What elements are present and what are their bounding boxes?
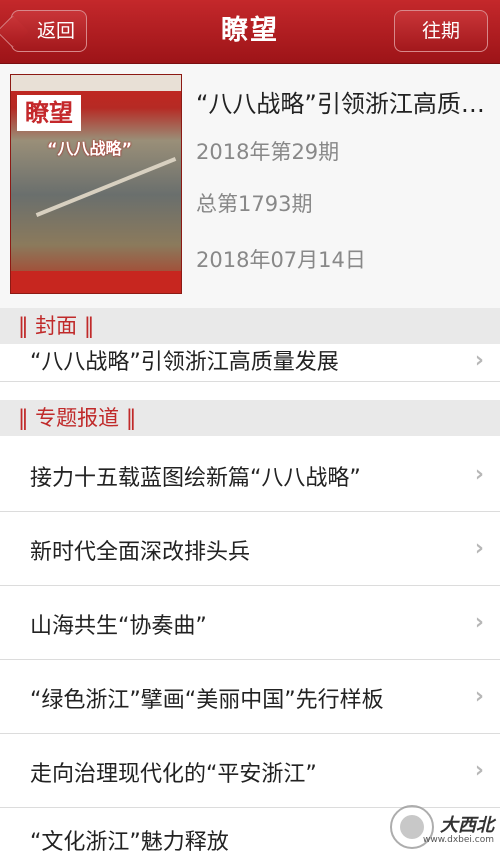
site-watermark: 大西北 www.dxbei.com <box>390 805 494 849</box>
article-title: “文化浙江”魅力释放 <box>30 830 229 853</box>
cover-bridge-graphic <box>35 157 177 217</box>
chevron-right-icon: › <box>474 758 484 783</box>
issue-title: “八八战略”引领浙江高质量发展 <box>196 90 492 118</box>
cover-headline: “八八战略” <box>47 139 133 158</box>
chevron-right-icon: › <box>474 610 484 635</box>
list-item[interactable]: “八八战略”引领浙江高质量发展 › <box>0 344 500 382</box>
cover-top-strip <box>11 75 181 91</box>
past-issues-button[interactable]: 往期 <box>394 10 488 52</box>
cover-bottom-band <box>11 271 181 293</box>
list-item[interactable]: 山海共生“协奏曲” › <box>0 586 500 660</box>
article-title: 接力十五载蓝图绘新篇“八八战略” <box>30 466 361 491</box>
issue-total-number: 总第1793期 <box>196 192 313 216</box>
article-title: 走向治理现代化的“平安浙江” <box>30 762 317 787</box>
chevron-right-icon: › <box>474 536 484 561</box>
issue-summary: 瞭望 “八八战略” “八八战略”引领浙江高质量发展 2018年第29期 总第17… <box>0 64 500 308</box>
top-navigation-bar: 返回 瞭望 往期 <box>0 0 500 64</box>
list-item[interactable]: “绿色浙江”擘画“美丽中国”先行样板 › <box>0 660 500 734</box>
chevron-right-icon: › <box>474 684 484 709</box>
cover-logo: 瞭望 <box>17 95 81 131</box>
list-item[interactable]: 走向治理现代化的“平安浙江” › <box>0 734 500 808</box>
issue-number: 2018年第29期 <box>196 140 340 164</box>
article-title: “绿色浙江”擘画“美丽中国”先行样板 <box>30 688 384 713</box>
issue-date: 2018年07月14日 <box>196 248 366 272</box>
article-title: 新时代全面深改排头兵 <box>30 540 251 565</box>
chevron-right-icon: › <box>474 348 484 373</box>
article-title: 山海共生“协奏曲” <box>30 614 207 639</box>
article-title: “八八战略”引领浙江高质量发展 <box>30 350 339 375</box>
section-header-special-report: ‖ 专题报道 ‖ <box>0 400 500 436</box>
list-item[interactable]: 接力十五载蓝图绘新篇“八八战略” › <box>0 436 500 512</box>
watermark-text: 大西北 <box>440 815 494 836</box>
list-item[interactable]: 新时代全面深改排头兵 › <box>0 512 500 586</box>
chevron-right-icon: › <box>474 462 484 487</box>
back-button-label: 返回 <box>36 20 75 42</box>
watermark-url: www.dxbei.com <box>423 835 494 845</box>
app-title: 瞭望 <box>221 15 279 46</box>
magazine-cover-image[interactable]: 瞭望 “八八战略” <box>10 74 182 294</box>
section-header-cover: ‖ 封面 ‖ <box>0 308 500 344</box>
back-button[interactable]: 返回 <box>11 10 87 52</box>
